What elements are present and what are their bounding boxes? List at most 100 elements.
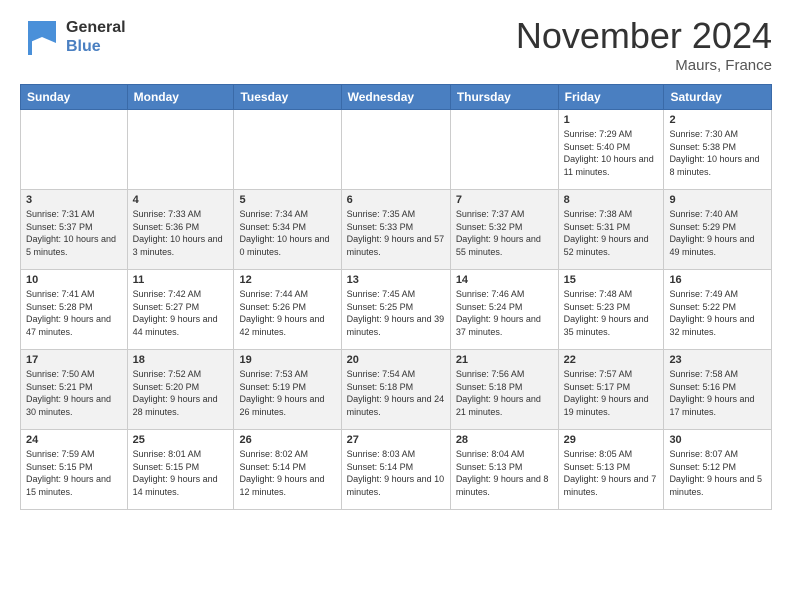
calendar-cell: 23 Sunrise: 7:58 AM Sunset: 5:16 PM Dayli… <box>664 350 772 430</box>
day-number: 12 <box>239 274 335 286</box>
weekday-header: Wednesday <box>341 85 450 110</box>
day-number: 28 <box>456 434 553 446</box>
calendar-cell: 26Sunrise: 8:02 AM Sunset: 5:14 PM Dayli… <box>234 430 341 510</box>
day-info: Sunrise: 7:42 AM Sunset: 5:27 PM Dayligh… <box>133 288 229 338</box>
day-number: 15 <box>564 274 659 286</box>
day-info: Sunrise: 8:05 AM Sunset: 5:13 PM Dayligh… <box>564 448 659 498</box>
calendar-cell: 29 Sunrise: 8:05 AM Sunset: 5:13 PM Dayli… <box>558 430 664 510</box>
day-info: Sunrise: 7:54 AM Sunset: 5:18 PM Dayligh… <box>347 368 445 418</box>
location: Maurs, France <box>516 57 772 74</box>
calendar-cell: 1 Sunrise: 7:29 AM Sunset: 5:40 PM Daylig… <box>558 110 664 190</box>
day-info: Sunrise: 7:37 AM Sunset: 5:32 PM Dayligh… <box>456 208 553 258</box>
day-number: 4 <box>133 194 229 206</box>
calendar-cell <box>127 110 234 190</box>
calendar-cell: 30 Sunrise: 8:07 AM Sunset: 5:12 PM Dayli… <box>664 430 772 510</box>
day-number: 5 <box>239 194 335 206</box>
day-info: Sunrise: 7:30 AM Sunset: 5:38 PM Dayligh… <box>669 128 766 178</box>
calendar-cell: 14 Sunrise: 7:46 AM Sunset: 5:24 PM Dayli… <box>450 270 558 350</box>
day-info: Sunrise: 7:38 AM Sunset: 5:31 PM Dayligh… <box>564 208 659 258</box>
day-number: 9 <box>669 194 766 206</box>
day-number: 8 <box>564 194 659 206</box>
logo: General Blue <box>20 15 126 59</box>
weekday-header: Saturday <box>664 85 772 110</box>
weekday-header: Thursday <box>450 85 558 110</box>
day-info: Sunrise: 7:29 AM Sunset: 5:40 PM Dayligh… <box>564 128 659 178</box>
day-info: Sunrise: 7:40 AM Sunset: 5:29 PM Dayligh… <box>669 208 766 258</box>
day-number: 17 <box>26 354 122 366</box>
day-info: Sunrise: 8:03 AM Sunset: 5:14 PM Dayligh… <box>347 448 445 498</box>
calendar-cell: 11 Sunrise: 7:42 AM Sunset: 5:27 PM Dayli… <box>127 270 234 350</box>
day-number: 21 <box>456 354 553 366</box>
calendar-cell: 20 Sunrise: 7:54 AM Sunset: 5:18 PM Dayli… <box>341 350 450 430</box>
day-number: 19 <box>239 354 335 366</box>
day-number: 11 <box>133 274 229 286</box>
day-info: Sunrise: 8:04 AM Sunset: 5:13 PM Dayligh… <box>456 448 553 498</box>
logo-text: General Blue <box>66 18 126 56</box>
day-info: Sunrise: 7:46 AM Sunset: 5:24 PM Dayligh… <box>456 288 553 338</box>
day-info: Sunrise: 7:53 AM Sunset: 5:19 PM Dayligh… <box>239 368 335 418</box>
day-number: 1 <box>564 114 659 126</box>
calendar-cell: 19 Sunrise: 7:53 AM Sunset: 5:19 PM Dayli… <box>234 350 341 430</box>
calendar-cell: 15 Sunrise: 7:48 AM Sunset: 5:23 PM Dayli… <box>558 270 664 350</box>
calendar-cell <box>341 110 450 190</box>
day-info: Sunrise: 8:07 AM Sunset: 5:12 PM Dayligh… <box>669 448 766 498</box>
day-number: 22 <box>564 354 659 366</box>
day-number: 18 <box>133 354 229 366</box>
calendar-cell: 25 Sunrise: 8:01 AM Sunset: 5:15 PM Dayli… <box>127 430 234 510</box>
calendar-cell: 8 Sunrise: 7:38 AM Sunset: 5:31 PM Daylig… <box>558 190 664 270</box>
day-number: 6 <box>347 194 445 206</box>
calendar-cell: 13Sunrise: 7:45 AM Sunset: 5:25 PM Dayli… <box>341 270 450 350</box>
calendar-cell: 5 Sunrise: 7:34 AM Sunset: 5:34 PM Daylig… <box>234 190 341 270</box>
day-info: Sunrise: 7:58 AM Sunset: 5:16 PM Dayligh… <box>669 368 766 418</box>
calendar-cell: 2 Sunrise: 7:30 AM Sunset: 5:38 PM Daylig… <box>664 110 772 190</box>
day-number: 13 <box>347 274 445 286</box>
day-number: 24 <box>26 434 122 446</box>
calendar-cell <box>450 110 558 190</box>
calendar-cell: 27 Sunrise: 8:03 AM Sunset: 5:14 PM Dayli… <box>341 430 450 510</box>
day-number: 29 <box>564 434 659 446</box>
day-info: Sunrise: 7:56 AM Sunset: 5:18 PM Dayligh… <box>456 368 553 418</box>
calendar-week-row: 1 Sunrise: 7:29 AM Sunset: 5:40 PM Daylig… <box>21 110 772 190</box>
calendar-header-row: SundayMondayTuesdayWednesdayThursdayFrid… <box>21 85 772 110</box>
calendar-cell: 7Sunrise: 7:37 AM Sunset: 5:32 PM Daylig… <box>450 190 558 270</box>
day-info: Sunrise: 8:01 AM Sunset: 5:15 PM Dayligh… <box>133 448 229 498</box>
calendar-week-row: 24 Sunrise: 7:59 AM Sunset: 5:15 PM Dayli… <box>21 430 772 510</box>
day-number: 30 <box>669 434 766 446</box>
day-number: 14 <box>456 274 553 286</box>
logo-general: General <box>66 18 126 37</box>
weekday-header: Friday <box>558 85 664 110</box>
calendar: SundayMondayTuesdayWednesdayThursdayFrid… <box>20 84 772 510</box>
calendar-cell: 3 Sunrise: 7:31 AM Sunset: 5:37 PM Daylig… <box>21 190 128 270</box>
day-info: Sunrise: 8:02 AM Sunset: 5:14 PM Dayligh… <box>239 448 335 498</box>
calendar-week-row: 10 Sunrise: 7:41 AM Sunset: 5:28 PM Dayli… <box>21 270 772 350</box>
title-area: November 2024 Maurs, France <box>516 15 772 74</box>
day-info: Sunrise: 7:31 AM Sunset: 5:37 PM Dayligh… <box>26 208 122 258</box>
calendar-cell: 24 Sunrise: 7:59 AM Sunset: 5:15 PM Dayli… <box>21 430 128 510</box>
logo-icon <box>20 15 64 59</box>
calendar-cell: 9 Sunrise: 7:40 AM Sunset: 5:29 PM Daylig… <box>664 190 772 270</box>
day-number: 27 <box>347 434 445 446</box>
day-number: 25 <box>133 434 229 446</box>
calendar-cell: 12Sunrise: 7:44 AM Sunset: 5:26 PM Dayli… <box>234 270 341 350</box>
day-info: Sunrise: 7:49 AM Sunset: 5:22 PM Dayligh… <box>669 288 766 338</box>
day-info: Sunrise: 7:35 AM Sunset: 5:33 PM Dayligh… <box>347 208 445 258</box>
day-number: 10 <box>26 274 122 286</box>
weekday-header: Sunday <box>21 85 128 110</box>
day-number: 3 <box>26 194 122 206</box>
calendar-cell: 28 Sunrise: 8:04 AM Sunset: 5:13 PM Dayli… <box>450 430 558 510</box>
day-number: 23 <box>669 354 766 366</box>
day-number: 2 <box>669 114 766 126</box>
day-info: Sunrise: 7:50 AM Sunset: 5:21 PM Dayligh… <box>26 368 122 418</box>
calendar-cell <box>21 110 128 190</box>
day-info: Sunrise: 7:41 AM Sunset: 5:28 PM Dayligh… <box>26 288 122 338</box>
day-number: 16 <box>669 274 766 286</box>
weekday-header: Tuesday <box>234 85 341 110</box>
calendar-week-row: 17 Sunrise: 7:50 AM Sunset: 5:21 PM Dayli… <box>21 350 772 430</box>
day-info: Sunrise: 7:48 AM Sunset: 5:23 PM Dayligh… <box>564 288 659 338</box>
month-title: November 2024 <box>516 15 772 57</box>
day-number: 20 <box>347 354 445 366</box>
day-info: Sunrise: 7:59 AM Sunset: 5:15 PM Dayligh… <box>26 448 122 498</box>
calendar-cell <box>234 110 341 190</box>
day-info: Sunrise: 7:34 AM Sunset: 5:34 PM Dayligh… <box>239 208 335 258</box>
day-info: Sunrise: 7:33 AM Sunset: 5:36 PM Dayligh… <box>133 208 229 258</box>
